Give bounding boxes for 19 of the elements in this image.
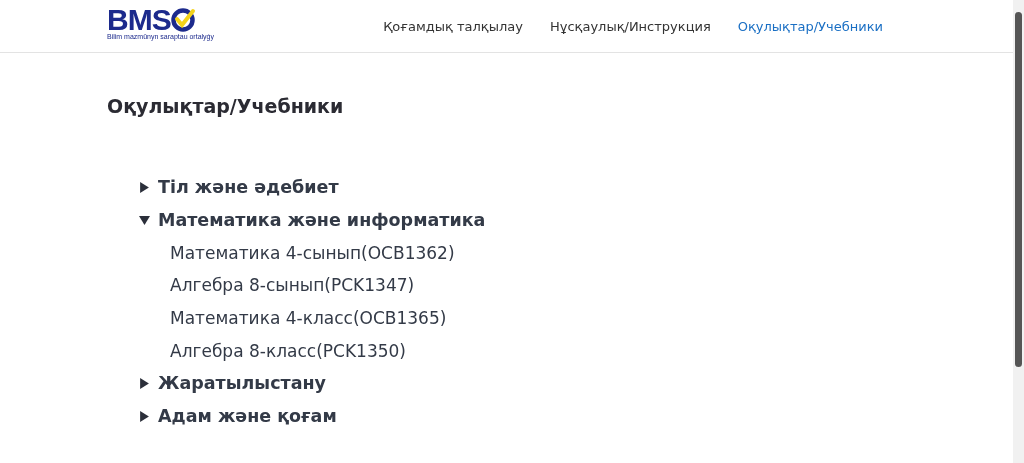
caret-right-icon xyxy=(139,181,150,193)
caret-right-icon xyxy=(139,377,150,389)
scrollbar[interactable] xyxy=(1013,0,1024,463)
nav-link[interactable]: Оқулықтар/Учебники xyxy=(737,18,883,34)
tree-node[interactable]: Тіл және әдебиет xyxy=(139,171,1013,204)
tree-item-link[interactable]: Алгебра 8-класс(PCK1350) xyxy=(139,334,1013,368)
tree-item-link[interactable]: Алгебра 8-сынып(PCK1347) xyxy=(139,269,1013,302)
nav-link[interactable]: Қоғамдық талқылау xyxy=(383,18,523,34)
check-circle-icon xyxy=(170,7,196,32)
tree-node[interactable]: Адам және қоғам xyxy=(139,399,1013,433)
tree-node[interactable]: Жаратылыстану xyxy=(139,367,1013,400)
tree-item-link[interactable]: Математика 4-сынып(OCB1362) xyxy=(139,236,1013,270)
page-title: Оқулықтар/Учебники xyxy=(107,95,345,117)
logo-text: BMS xyxy=(107,6,171,33)
caret-right-icon xyxy=(139,410,150,422)
nav-link[interactable]: Нұсқаулық/Инструкция xyxy=(549,18,711,34)
caret-down-icon xyxy=(139,214,150,226)
tree-item-link[interactable]: Математика 4-класс(OCB1365) xyxy=(139,301,1013,335)
tree-node[interactable]: Математика және информатика xyxy=(139,203,1013,237)
